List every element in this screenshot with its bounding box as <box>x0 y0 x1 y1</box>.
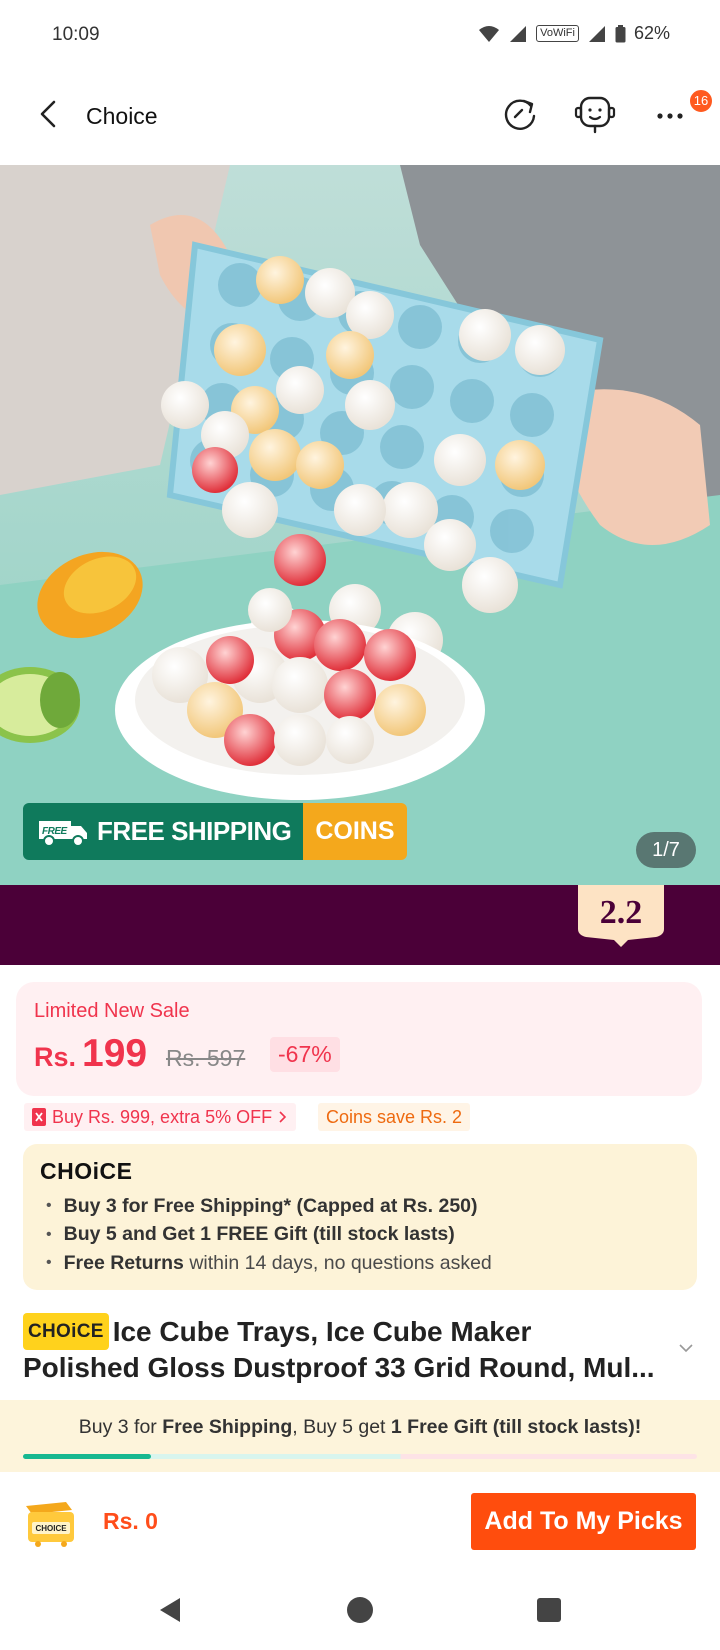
battery-icon <box>615 24 626 42</box>
original-price: Rs. 597 <box>166 1045 246 1071</box>
nav-home-icon[interactable] <box>344 1594 376 1626</box>
cart-label: CHOICE <box>35 1524 67 1533</box>
status-time: 10:09 <box>52 24 100 45</box>
app-header: Choice 16 <box>0 72 720 165</box>
status-bar: 10:09 VoWiFi 62% <box>0 0 720 72</box>
benefit-item: Free Returns within 14 days, no question… <box>46 1249 492 1278</box>
coins-label: COINS <box>303 803 407 860</box>
chevron-down-icon[interactable] <box>678 1340 694 1356</box>
bundle-progress-bar <box>23 1454 697 1459</box>
choice-logo: CHOiCE <box>40 1158 133 1184</box>
share-icon[interactable] <box>498 92 542 136</box>
bundle-text: Buy 3 for Free Shipping, Buy 5 get 1 Fre… <box>78 1416 642 1438</box>
coupon-icon <box>32 1108 46 1126</box>
coupon-chip[interactable]: Buy Rs. 999, extra 5% OFF <box>24 1103 297 1131</box>
truck-icon: FREE <box>39 820 87 847</box>
product-title[interactable]: CHOiCE Ice Cube Trays, Ice Cube Maker Pol… <box>23 1313 663 1385</box>
battery-level: 62% <box>633 23 670 43</box>
price-value: 199 <box>82 1032 148 1075</box>
coupon-text: Buy Rs. 999, extra 5% OFF <box>52 1106 273 1127</box>
nav-recents-icon[interactable] <box>533 1594 565 1626</box>
choice-benefits: CHOiCE Buy 3 for Free Shipping* (Capped … <box>23 1144 697 1290</box>
page-title: Choice <box>86 103 158 129</box>
status-icons: VoWiFi 62% <box>478 23 670 44</box>
coins-text: Coins save Rs. 2 <box>326 1106 463 1127</box>
free-shipping-banner: FREE FREE SHIPPING COINS <box>23 803 407 860</box>
current-price: Rs. 199 <box>34 1032 147 1076</box>
choice-cart-icon[interactable]: CHOICE <box>22 1496 78 1548</box>
system-nav-bar <box>0 1570 720 1650</box>
price-card: Limited New Sale Rs. 199 Rs. 597 -67% <box>16 982 702 1096</box>
product-image-gallery[interactable]: FREE FREE SHIPPING COINS 1/7 <box>0 165 720 885</box>
price-currency: Rs. <box>34 1042 77 1072</box>
bottom-action-bar: CHOICE Rs. 0 Add To My Picks <box>0 1472 720 1570</box>
event-badge: 2.2 <box>578 885 664 947</box>
notification-badge: 16 <box>688 88 714 114</box>
product-photo <box>0 165 720 885</box>
back-icon[interactable] <box>30 94 70 134</box>
wifi-icon <box>479 25 500 42</box>
gallery-counter: 1/7 <box>636 832 696 868</box>
benefit-list: Buy 3 for Free Shipping* (Capped at Rs. … <box>46 1192 492 1278</box>
add-to-picks-button[interactable]: Add To My Picks <box>471 1493 696 1550</box>
free-tag-text: FREE <box>42 826 68 837</box>
product-title-line-2: Polished Gloss Dustproof 33 Grid Round, … <box>23 1352 655 1383</box>
cell-signal-icon <box>510 25 527 42</box>
choice-tag: CHOiCE <box>23 1313 109 1350</box>
bundle-progress-fill <box>23 1454 152 1459</box>
cart-total: Rs. 0 <box>103 1508 158 1534</box>
product-title-line-1: Ice Cube Trays, Ice Cube Maker <box>112 1316 532 1347</box>
sale-label: Limited New Sale <box>34 1000 190 1022</box>
vowifi-label: VoWiFi <box>536 25 579 42</box>
discount-badge: -67% <box>270 1037 340 1072</box>
event-badge-text: 2.2 <box>600 894 643 931</box>
free-shipping-label: FREE SHIPPING <box>97 816 292 846</box>
benefit-item: Buy 3 for Free Shipping* (Capped at Rs. … <box>46 1192 492 1221</box>
coins-chip: Coins save Rs. 2 <box>318 1103 471 1131</box>
cell-signal-icon-2 <box>588 25 605 42</box>
benefit-item: Buy 5 and Get 1 FREE Gift (till stock la… <box>46 1221 492 1250</box>
nav-back-icon[interactable] <box>154 1594 186 1626</box>
customer-service-icon[interactable] <box>573 92 617 136</box>
bundle-promo-bar[interactable]: Buy 3 for Free Shipping, Buy 5 get 1 Fre… <box>0 1400 720 1472</box>
chevron-right-icon <box>279 1111 287 1123</box>
